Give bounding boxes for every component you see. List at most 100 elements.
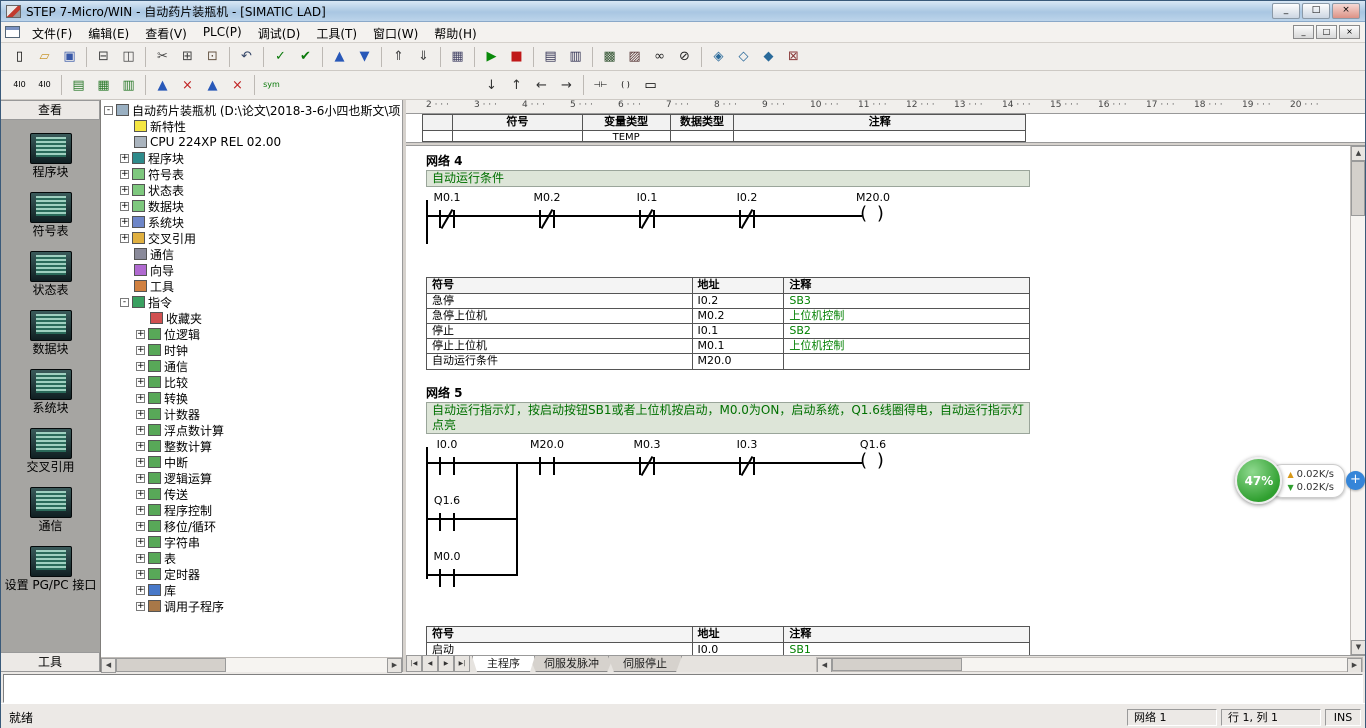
menu-item-view[interactable]: 查看(V) xyxy=(137,22,195,42)
tools-bar-header[interactable]: 工具 xyxy=(1,652,100,672)
symbol-table-row[interactable]: 启动 I0.0 SB1 xyxy=(427,643,1029,655)
symbol-info-table-button[interactable]: ▤ xyxy=(67,74,90,96)
tree-item-logic-operations[interactable]: + 逻辑运算 xyxy=(101,470,402,486)
tree-expand-icon[interactable]: + xyxy=(120,153,129,163)
tree-expand-icon[interactable]: + xyxy=(136,489,145,499)
tree-item-comm-instructions[interactable]: + 通信 xyxy=(101,358,402,374)
tree-item-clock[interactable]: + 时钟 xyxy=(101,342,402,358)
speed-monitor-overlay[interactable]: 47% ▲ 0.02K/s ▼ 0.02K/s + xyxy=(1235,457,1365,504)
tree-horizontal-scrollbar[interactable]: ◀ ▶ xyxy=(101,657,402,673)
tree-item-compare[interactable]: + 比较 xyxy=(101,374,402,390)
ladder-contact-I0.2[interactable]: I0.2 xyxy=(734,191,760,231)
tree-item-float-math[interactable]: + 浮点数计算 xyxy=(101,422,402,438)
view-item-data-block[interactable]: 数据块 xyxy=(3,310,99,356)
scrollbar-track[interactable] xyxy=(832,657,1347,671)
expand-plus-button[interactable]: + xyxy=(1346,471,1365,490)
tree-item-instructions[interactable]: - 指令 xyxy=(101,294,402,310)
insert-contact-button[interactable]: ⊣⊢ xyxy=(589,74,612,96)
tree-item-data-block[interactable]: + 数据块 xyxy=(101,198,402,214)
view-item-program-block[interactable]: 程序块 xyxy=(3,133,99,179)
view-item-symbol-table[interactable]: 符号表 xyxy=(3,192,99,238)
stop-button[interactable]: ■ xyxy=(505,46,528,68)
tab-servo-stop[interactable]: 伺服停止 xyxy=(608,656,682,672)
tree-item-favorites[interactable]: 收藏夹 xyxy=(101,310,402,326)
mdi-close-button[interactable]: × xyxy=(1339,25,1360,39)
status-chart-button[interactable]: ▩ xyxy=(598,46,621,68)
minimize-button[interactable]: _ xyxy=(1272,3,1300,19)
tree-expand-icon[interactable]: + xyxy=(136,329,145,339)
menu-item-edit[interactable]: 编辑(E) xyxy=(80,22,137,42)
tree-item-tools[interactable]: 工具 xyxy=(101,278,402,294)
scroll-right-button[interactable]: ▶ xyxy=(387,658,402,673)
tree-expand-icon[interactable]: + xyxy=(136,585,145,595)
upload-button[interactable]: ▲ xyxy=(328,46,351,68)
tree-expand-icon[interactable]: + xyxy=(120,201,129,211)
tree-expand-icon[interactable]: + xyxy=(136,473,145,483)
next-tab-button[interactable]: ▶ xyxy=(438,656,454,672)
tab-main-program[interactable]: 主程序 xyxy=(472,656,535,672)
ladder-contact-M20.0[interactable]: M20.0 xyxy=(530,438,564,478)
tree-root-item[interactable]: - 自动药片装瓶机 (D:\论文\2018-3-6小四也斯文\项 xyxy=(101,102,402,118)
network-comment[interactable]: 自动运行指示灯，按启动按钮SB1或者上位机按启动，M0.0为ON，启动系统，Q1… xyxy=(426,402,1030,434)
title-bar[interactable]: STEP 7-Micro/WIN - 自动药片装瓶机 - [SIMATIC LA… xyxy=(1,1,1365,22)
ladder-contact-Q1.6[interactable]: Q1.6 xyxy=(434,494,460,534)
next-bookmark-button[interactable]: ◇ xyxy=(732,46,755,68)
tree-item-program-control[interactable]: + 程序控制 xyxy=(101,502,402,518)
menu-item-help[interactable]: 帮助(H) xyxy=(426,22,484,42)
scroll-down-button[interactable]: ▼ xyxy=(1351,640,1365,655)
tree-item-integer-math[interactable]: + 整数计算 xyxy=(101,438,402,454)
symbolic-address-button[interactable]: 4I0 xyxy=(33,74,56,96)
run-button[interactable]: ▶ xyxy=(480,46,503,68)
view-item-status-chart[interactable]: 状态表 xyxy=(3,251,99,297)
pause-chart-button[interactable]: ▨ xyxy=(623,46,646,68)
program-status-button[interactable]: ▤ xyxy=(539,46,562,68)
ladder-contact-I0.3[interactable]: I0.3 xyxy=(734,438,760,478)
tree-expand-icon[interactable]: + xyxy=(136,601,145,611)
tree-expand-icon[interactable]: + xyxy=(136,457,145,467)
scroll-up-button[interactable]: ▲ xyxy=(1351,146,1365,161)
previous-bookmark-button[interactable]: ◆ xyxy=(757,46,780,68)
ladder-coil-M20.0[interactable]: M20.0( ) xyxy=(856,191,890,231)
menu-item-tools[interactable]: 工具(T) xyxy=(308,22,365,42)
mdi-restore-button[interactable]: □ xyxy=(1316,25,1337,39)
tree-item-symbol-table[interactable]: + 符号表 xyxy=(101,166,402,182)
view-item-cross-reference[interactable]: 交叉引用 xyxy=(3,428,99,474)
line-right-button[interactable]: → xyxy=(555,74,578,96)
symbol-table-row[interactable]: 急停上位机 M0.2 上位机控制 xyxy=(427,309,1029,324)
tree-item-whats-new[interactable]: 新特性 xyxy=(101,118,402,134)
insert-column-button[interactable]: ▲ xyxy=(201,74,224,96)
line-up-button[interactable]: ↑ xyxy=(505,74,528,96)
copy-button[interactable]: ⊞ xyxy=(176,46,199,68)
download-button[interactable]: ▼ xyxy=(353,46,376,68)
undo-button[interactable]: ↶ xyxy=(235,46,258,68)
ladder-contact-M0.0[interactable]: M0.0 xyxy=(434,550,460,590)
scrollbar-thumb[interactable] xyxy=(1351,161,1365,216)
tree-expand-icon[interactable]: - xyxy=(120,297,129,307)
tree-collapse-icon[interactable]: - xyxy=(104,105,113,115)
ladder-contact-I0.1[interactable]: I0.1 xyxy=(634,191,660,231)
sort-descending-button[interactable]: ⇓ xyxy=(412,46,435,68)
tree-expand-icon[interactable]: + xyxy=(120,169,129,179)
paste-button[interactable]: ⊡ xyxy=(201,46,224,68)
tree-item-cross-reference[interactable]: + 交叉引用 xyxy=(101,230,402,246)
line-down-button[interactable]: ↓ xyxy=(480,74,503,96)
bookmark-button[interactable]: ◈ xyxy=(707,46,730,68)
insert-row-button[interactable]: ▲ xyxy=(151,74,174,96)
tree-expand-icon[interactable]: + xyxy=(136,569,145,579)
scroll-left-button[interactable]: ◀ xyxy=(817,657,832,672)
menu-item-file[interactable]: 文件(F) xyxy=(24,22,80,42)
tree-expand-icon[interactable]: + xyxy=(136,505,145,515)
network-comment[interactable]: 自动运行条件 xyxy=(426,170,1030,187)
print-button[interactable]: ⊟ xyxy=(92,46,115,68)
compile-all-button[interactable]: ✔ xyxy=(294,46,317,68)
tree-item-cpu[interactable]: CPU 224XP REL 02.00 xyxy=(101,134,402,150)
tree-expand-icon[interactable]: + xyxy=(120,233,129,243)
save-button[interactable]: ▣ xyxy=(58,46,81,68)
line-left-button[interactable]: ← xyxy=(530,74,553,96)
tree-item-timers[interactable]: + 定时器 xyxy=(101,566,402,582)
tree-item-program-block[interactable]: + 程序块 xyxy=(101,150,402,166)
tree-expand-icon[interactable]: + xyxy=(136,537,145,547)
symbol-table-row[interactable]: 急停 I0.2 SB3 xyxy=(427,294,1029,309)
open-button[interactable]: ▱ xyxy=(33,46,56,68)
tree-expand-icon[interactable]: + xyxy=(120,185,129,195)
